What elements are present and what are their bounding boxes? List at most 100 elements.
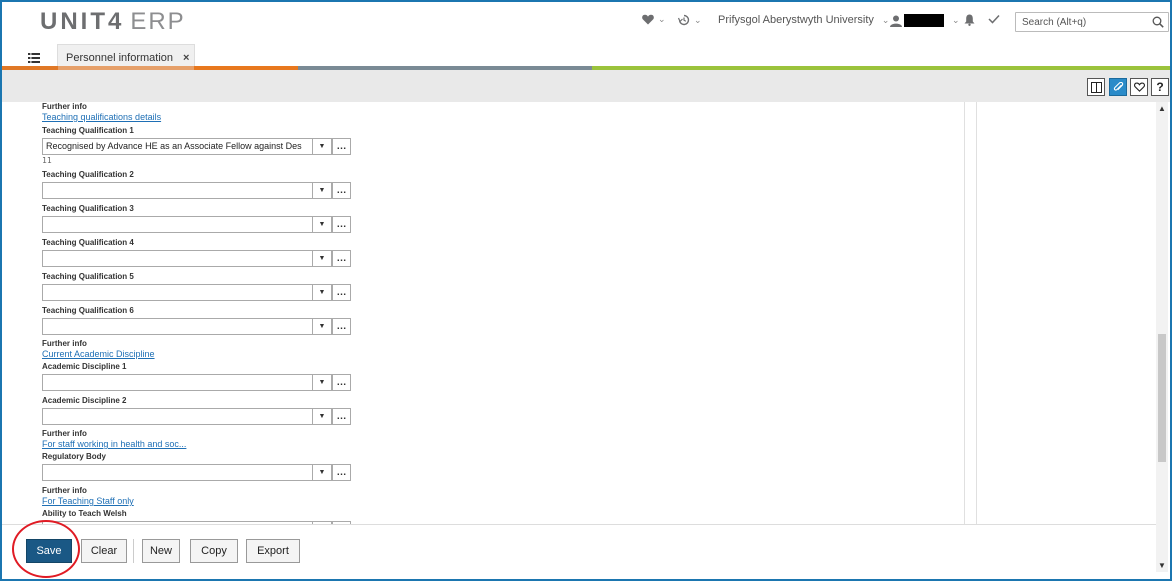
favourites-menu[interactable]: ⌄ <box>642 14 666 25</box>
academic-discipline-1-combo: ▼ … <box>42 374 351 391</box>
field-label: Academic Discipline 1 <box>42 362 127 371</box>
more-options-button[interactable]: … <box>332 464 351 481</box>
search-box <box>1015 12 1169 32</box>
academic-discipline-1-input[interactable] <box>42 374 332 391</box>
teaching-qualification-3-combo: ▼ … <box>42 216 351 233</box>
heart-icon <box>642 14 654 25</box>
dropdown-arrow-icon[interactable]: ▼ <box>312 182 332 199</box>
teaching-qualification-5-combo: ▼ … <box>42 284 351 301</box>
dropdown-arrow-icon[interactable]: ▼ <box>312 250 332 267</box>
dropdown-arrow-icon[interactable]: ▼ <box>312 284 332 301</box>
history-icon <box>678 14 690 26</box>
app-window: UNIT4 ERP ⌄ ⌄ Prifysgol Aberystwyth Unive… <box>0 0 1172 581</box>
more-options-button[interactable]: … <box>332 138 351 155</box>
academic-discipline-2-combo: ▼ … <box>42 408 351 425</box>
list-menu-icon <box>28 53 40 63</box>
export-button[interactable]: Export <box>246 539 300 563</box>
teaching-qualifications-link[interactable]: Teaching qualifications details <box>42 112 161 122</box>
user-icon <box>890 15 902 27</box>
new-button[interactable]: New <box>142 539 180 563</box>
split-view-icon <box>1090 81 1102 93</box>
field-regulatory-body: Regulatory Body ▼ … <box>42 448 351 481</box>
logo-brand: UNIT4 <box>40 8 125 35</box>
field-academic-discipline-2: Academic Discipline 2 ▼ … <box>42 392 351 425</box>
dropdown-arrow-icon[interactable]: ▼ <box>312 374 332 391</box>
dropdown-arrow-icon[interactable]: ▼ <box>312 464 332 481</box>
teaching-qualification-2-input[interactable] <box>42 182 332 199</box>
field-label: Teaching Qualification 1 <box>42 126 134 135</box>
field-label: Ability to Teach Welsh <box>42 509 127 518</box>
regulatory-body-input[interactable] <box>42 464 332 481</box>
search-icon[interactable] <box>1152 16 1164 28</box>
button-separator <box>133 539 134 563</box>
split-view-button[interactable] <box>1087 78 1105 96</box>
more-options-button[interactable]: … <box>332 284 351 301</box>
copy-button[interactable]: Copy <box>190 539 238 563</box>
dropdown-arrow-icon[interactable]: ▼ <box>312 138 332 155</box>
scroll-down-icon[interactable]: ▼ <box>1158 561 1166 570</box>
logo-product: ERP <box>130 8 186 35</box>
academic-discipline-2-input[interactable] <box>42 408 332 425</box>
checkmark-icon <box>988 14 1000 24</box>
notifications-button[interactable] <box>964 14 975 26</box>
dropdown-arrow-icon[interactable]: ▼ <box>312 216 332 233</box>
field-label: Teaching Qualification 4 <box>42 238 134 247</box>
more-options-button[interactable]: … <box>332 250 351 267</box>
attachment-button[interactable] <box>1109 78 1127 96</box>
tab-label: Personnel information <box>66 51 174 64</box>
further-info-label: Further info <box>42 429 87 438</box>
scroll-up-icon[interactable]: ▲ <box>1158 104 1166 113</box>
company-name: Prifysgol Aberystwyth University <box>718 14 874 26</box>
teaching-qualification-3-input[interactable] <box>42 216 332 233</box>
clear-button[interactable]: Clear <box>81 539 127 563</box>
regulatory-body-combo: ▼ … <box>42 464 351 481</box>
field-teaching-qualification-6: Teaching Qualification 6 ▼ … <box>42 302 351 335</box>
teaching-qualification-1-input[interactable]: Recognised by Advance HE as an Associate… <box>42 138 332 155</box>
teaching-qualification-4-input[interactable] <box>42 250 332 267</box>
more-options-button[interactable]: … <box>332 318 351 335</box>
bell-icon <box>964 14 975 26</box>
logo: UNIT4 ERP <box>40 8 186 36</box>
close-icon[interactable]: × <box>183 52 189 64</box>
teaching-qualification-2-combo: ▼ … <box>42 182 351 199</box>
user-menu[interactable]: ⌄ <box>890 14 960 27</box>
tasks-button[interactable] <box>988 14 1000 24</box>
scrollbar-thumb[interactable] <box>1158 334 1166 462</box>
more-options-button[interactable]: … <box>332 182 351 199</box>
field-label: Teaching Qualification 6 <box>42 306 134 315</box>
field-teaching-qualification-2: Teaching Qualification 2 ▼ … <box>42 166 351 199</box>
search-input[interactable] <box>1022 15 1146 29</box>
dropdown-arrow-icon[interactable]: ▼ <box>312 408 332 425</box>
company-selector[interactable]: Prifysgol Aberystwyth University ⌄ <box>718 14 889 26</box>
further-info-teaching-staff: Further info For Teaching Staff only <box>42 486 134 506</box>
teaching-qualification-4-combo: ▼ … <box>42 250 351 267</box>
field-academic-discipline-1: Academic Discipline 1 ▼ … <box>42 358 351 391</box>
chevron-down-icon: ⌄ <box>658 14 666 24</box>
field-teaching-qualification-5: Teaching Qualification 5 ▼ … <box>42 268 351 301</box>
screen-toolbar: ? <box>2 70 1170 102</box>
column-divider <box>976 102 977 524</box>
teaching-qualification-6-input[interactable] <box>42 318 332 335</box>
further-info-label: Further info <box>42 102 87 111</box>
field-ability-teach-welsh: Ability to Teach Welsh ▼ … <box>42 505 351 524</box>
dropdown-arrow-icon[interactable]: ▼ <box>312 318 332 335</box>
column-divider <box>964 102 965 524</box>
help-button[interactable]: ? <box>1151 78 1169 96</box>
history-menu[interactable]: ⌄ <box>678 14 702 26</box>
add-favourite-button[interactable] <box>1130 78 1148 96</box>
paperclip-icon <box>1113 81 1123 91</box>
field-label: Teaching Qualification 5 <box>42 272 134 281</box>
save-button[interactable]: Save <box>26 539 72 563</box>
teaching-qualification-6-combo: ▼ … <box>42 318 351 335</box>
top-header: UNIT4 ERP ⌄ ⌄ Prifysgol Aberystwyth Unive… <box>2 2 1170 42</box>
teaching-qualification-5-input[interactable] <box>42 284 332 301</box>
field-teaching-qualification-3: Teaching Qualification 3 ▼ … <box>42 200 351 233</box>
more-options-button[interactable]: … <box>332 216 351 233</box>
vertical-scrollbar[interactable]: ▲ ▼ <box>1156 102 1168 572</box>
form-content: Further info Teaching qualifications det… <box>12 102 1158 524</box>
more-options-button[interactable]: … <box>332 408 351 425</box>
more-options-button[interactable]: … <box>332 374 351 391</box>
heart-outline-icon <box>1133 82 1145 92</box>
further-info-academic: Further info Current Academic Discipline <box>42 339 155 359</box>
help-icon: ? <box>1156 80 1164 94</box>
